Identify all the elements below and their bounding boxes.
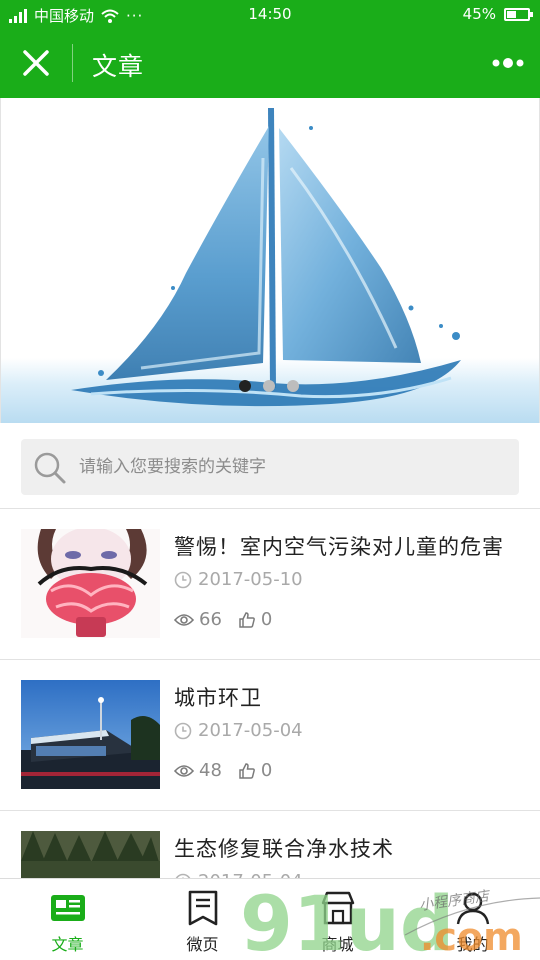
likes-count: 0 [260,760,273,781]
search-box[interactable] [21,439,519,495]
likes-stat[interactable]: 0 [238,609,272,630]
views-stat: 66 [174,609,222,630]
water-sailboat-image [71,107,461,407]
carousel-dot[interactable] [263,380,275,392]
battery-percent: 45% [462,5,496,23]
eye-icon [174,613,194,626]
status-bar: 中国移动 ··· 14:50 45% [0,0,540,28]
nav-label: 微页 [186,935,219,954]
header-divider [72,44,73,82]
views-count: 66 [199,609,222,630]
article-thumbnail [21,529,160,638]
micro-page-icon [188,890,218,926]
more-options-icon [492,58,524,68]
nav-label: 我的 [456,935,489,954]
city-building-photo [21,680,160,789]
gas-mask-illustration [21,529,160,638]
article-stats: 48 0 [174,760,288,781]
carousel-dot[interactable] [239,380,251,392]
nav-item-profile[interactable]: 我的 [405,879,540,960]
profile-icon [456,892,490,925]
nav-item-store[interactable]: 商城 [270,879,405,960]
close-button[interactable] [16,45,56,81]
clock-icon [174,722,192,739]
banner-carousel[interactable] [0,98,540,423]
more-options-button[interactable] [488,52,528,74]
battery-icon [504,7,533,21]
nav-item-article[interactable]: 文章 [0,879,135,960]
likes-count: 0 [260,609,273,630]
carousel-indicators [239,380,299,392]
article-title: 生态修复联合净水技术 [174,837,394,861]
thumbs-up-icon [239,611,255,628]
nav-label: 文章 [51,935,84,954]
article-title: 警惕！室内空气污染对儿童的危害 [174,535,504,559]
article-thumbnail [21,680,160,789]
app-header: 文章 [0,28,540,98]
bottom-nav: 文章 微页 商城 我的 [0,878,540,960]
article-item[interactable]: 警惕！室内空气污染对儿童的危害 2017-05-10 66 0 [0,509,540,660]
article-stats: 66 0 [174,609,288,630]
article-item[interactable]: 城市环卫 2017-05-04 48 0 [0,660,540,811]
battery-fill [507,10,516,18]
article-date-row: 2017-05-10 [174,569,303,590]
store-icon [321,891,355,925]
nav-item-micro-page[interactable]: 微页 [135,879,270,960]
search-input[interactable] [79,439,499,495]
article-date-row: 2017-05-04 [174,720,303,741]
search-section [0,423,540,509]
article-icon [51,895,85,921]
views-count: 48 [199,760,222,781]
article-date: 2017-05-04 [198,720,303,741]
article-title: 城市环卫 [174,686,262,710]
nav-label: 商城 [321,935,354,954]
page-title: 文章 [92,52,145,81]
eye-icon [174,764,194,777]
carousel-dot[interactable] [287,380,299,392]
status-time: 14:50 [248,5,292,23]
article-date: 2017-05-10 [198,569,303,590]
views-stat: 48 [174,760,222,781]
clock-icon [174,571,192,588]
search-icon [34,452,66,484]
status-right: 45% [462,5,533,23]
likes-stat[interactable]: 0 [238,760,272,781]
thumbs-up-icon [239,762,255,779]
close-icon [23,50,49,76]
